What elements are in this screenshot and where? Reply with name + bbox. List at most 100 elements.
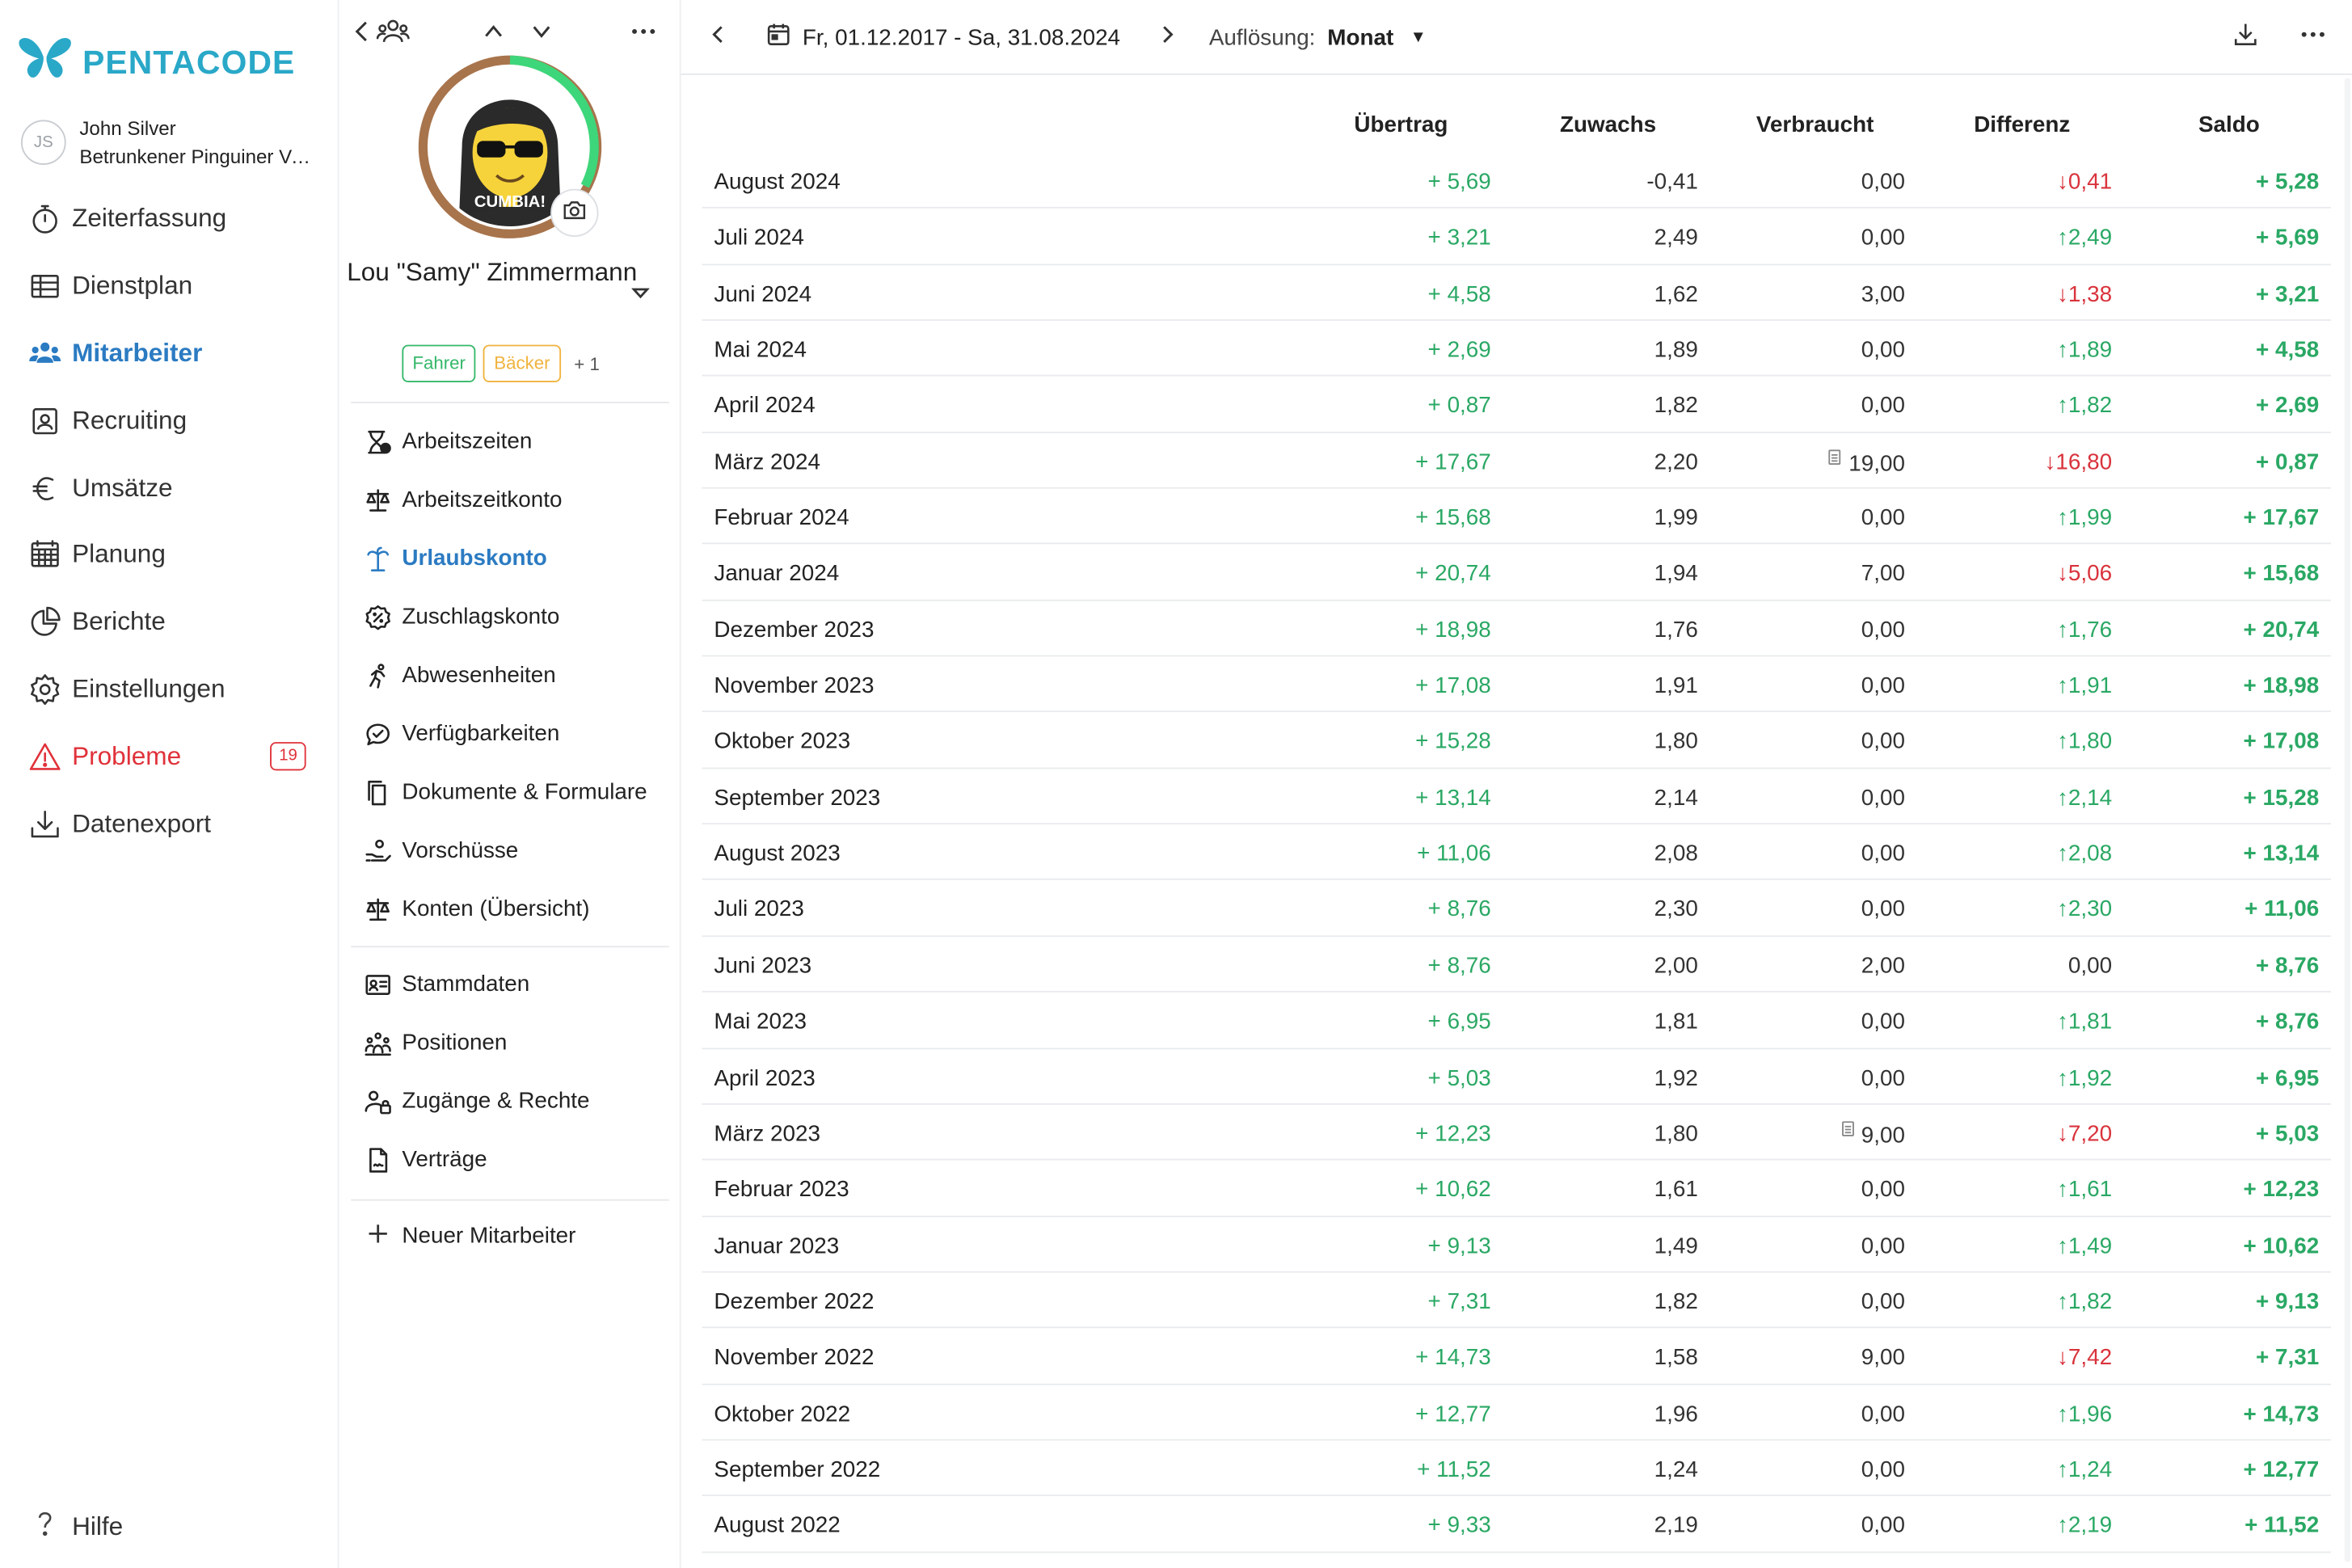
- period-label: September 2022: [714, 1456, 881, 1483]
- table-body: August 2024 + 5,69 -0,41 0,00 ↓0,41 + 5,28 Jul…: [702, 153, 2332, 1553]
- table-row[interactable]: August 2023 + 11,06 2,08 0,00 ↑2,08 + 13,14: [702, 824, 2332, 881]
- employee-menu-konten[interactable]: Konten (Übersicht): [339, 880, 681, 938]
- column-header[interactable]: Verbraucht: [1725, 112, 1905, 138]
- table-scrollbar[interactable]: [2344, 78, 2351, 1562]
- download-icon: [28, 807, 72, 841]
- balance-value: + 13,14: [2243, 841, 2320, 867]
- arrow-up-icon: ↑: [2056, 1177, 2068, 1203]
- employee-dropdown-icon[interactable]: [630, 282, 650, 300]
- table-row[interactable]: Juni 2024 + 4,58 1,62 3,00 ↓1,38 + 3,21: [702, 265, 2332, 321]
- previous-period-button[interactable]: [705, 19, 731, 56]
- used-value: 3,00: [1861, 281, 1905, 307]
- arrow-up-icon: ↑: [2056, 393, 2068, 419]
- table-row[interactable]: August 2024 + 5,69 -0,41 0,00 ↓0,41 + 5,28: [702, 153, 2332, 209]
- sidebar-item-einstellungen[interactable]: Einstellungen: [0, 656, 339, 723]
- date-range-picker[interactable]: Fr, 01.12.2017 - Sa, 31.08.2024: [765, 19, 1120, 56]
- table-row[interactable]: September 2023 + 13,14 2,14 0,00 ↑2,14 + 15,2…: [702, 769, 2332, 825]
- previous-employee-icon[interactable]: [483, 21, 504, 42]
- table-row[interactable]: Oktober 2023 + 15,28 1,80 0,00 ↑1,80 + 17,08: [702, 713, 2332, 769]
- table-row[interactable]: Dezember 2023 + 18,98 1,76 0,00 ↑1,76 + 20,74: [702, 601, 2332, 657]
- euro-icon: [28, 471, 72, 504]
- help-link[interactable]: Hilfe: [28, 1507, 123, 1547]
- table-row[interactable]: März 2023 + 12,23 1,80 9,00 ↓7,20 + 5,03: [702, 1105, 2332, 1161]
- column-header[interactable]: Übertrag: [1311, 112, 1491, 138]
- sidebar-item-berichte[interactable]: Berichte: [0, 588, 339, 655]
- resolution-select[interactable]: Auflösung: Monat ▼: [1209, 19, 1427, 56]
- table-row[interactable]: Januar 2023 + 9,13 1,49 0,00 ↑1,49 + 10,62: [702, 1216, 2332, 1273]
- difference-value: ↓7,20: [2056, 1121, 2113, 1147]
- table-row[interactable]: März 2024 + 17,67 2,20 19,00 ↓16,80 + 0,87: [702, 432, 2332, 489]
- current-user[interactable]: JS John Silver Betrunkener Pinguiner Ver…: [20, 114, 319, 171]
- sidebar-item-probleme[interactable]: Probleme 19: [0, 723, 339, 790]
- employee-menu-arbeitszeiten[interactable]: Arbeitszeiten: [339, 412, 681, 470]
- difference-value: ↑2,08: [2056, 841, 2113, 867]
- more-tags-button[interactable]: + 1: [568, 353, 605, 374]
- column-header[interactable]: Differenz: [1932, 112, 2112, 138]
- sidebar-item-umsaetze[interactable]: Umsätze: [0, 454, 339, 521]
- employee-menu-verfuegbarkeiten[interactable]: Verfügbarkeiten: [339, 705, 681, 763]
- table-row[interactable]: Dezember 2022 + 7,31 1,82 0,00 ↑1,82 + 9,13: [702, 1272, 2332, 1329]
- back-chevron-icon[interactable]: [354, 18, 369, 44]
- employee-menu-urlaubskonto[interactable]: Urlaubskonto: [339, 529, 681, 588]
- sidebar-item-mitarbeiter[interactable]: Mitarbeiter: [0, 320, 339, 387]
- employee-menu-arbeitszeitkonto[interactable]: Arbeitszeitkonto: [339, 470, 681, 529]
- table-row[interactable]: Mai 2024 + 2,69 1,89 0,00 ↑1,89 + 4,58: [702, 321, 2332, 377]
- note-icon[interactable]: [1829, 449, 1842, 465]
- employee-menu-zuschlagskonto[interactable]: Zuschlagskonto: [339, 588, 681, 646]
- next-employee-icon[interactable]: [531, 21, 552, 42]
- change-photo-button[interactable]: [550, 188, 599, 238]
- sidebar-item-planung[interactable]: Planung: [0, 521, 339, 588]
- employee-menu-positionen[interactable]: Positionen: [339, 1014, 681, 1072]
- table-row[interactable]: Mai 2023 + 6,95 1,81 0,00 ↑1,81 + 8,76: [702, 993, 2332, 1049]
- used-value: 9,00: [1841, 1121, 1905, 1148]
- sidebar-item-dienstplan[interactable]: Dienstplan: [0, 253, 339, 320]
- position-tag[interactable]: Fahrer: [402, 344, 476, 382]
- arrow-up-icon: ↑: [2056, 617, 2068, 643]
- table-row[interactable]: August 2022 + 9,33 2,19 0,00 ↑2,19 + 11,52: [702, 1496, 2332, 1553]
- arrow-down-icon: ↓: [2044, 449, 2056, 475]
- id-badge-icon: [28, 404, 72, 437]
- next-period-button[interactable]: [1153, 19, 1180, 56]
- table-row[interactable]: Juni 2023 + 8,76 2,00 2,00 0,00 + 8,76: [702, 937, 2332, 993]
- carryover-value: + 9,33: [1427, 1512, 1491, 1539]
- period-label: August 2023: [714, 841, 841, 867]
- employee-list-icon[interactable]: [376, 16, 410, 46]
- sidebar-item-datenexport[interactable]: Datenexport: [0, 790, 339, 858]
- percent-badge-icon: [365, 604, 402, 630]
- more-actions-button[interactable]: [2299, 19, 2326, 56]
- table-row[interactable]: April 2024 + 0,87 1,82 0,00 ↑1,82 + 2,69: [702, 377, 2332, 433]
- position-tag[interactable]: Bäcker: [483, 344, 561, 382]
- download-button[interactable]: [2232, 19, 2259, 56]
- employee-menu-stammdaten[interactable]: Stammdaten: [339, 955, 681, 1013]
- table-row[interactable]: November 2022 + 14,73 1,58 9,00 ↓7,42 + 7,31: [702, 1329, 2332, 1385]
- employee-menu-zugaenge[interactable]: Zugänge & Rechte: [339, 1072, 681, 1130]
- employee-menu-dokumente[interactable]: Dokumente & Formulare: [339, 763, 681, 821]
- table-row[interactable]: Januar 2024 + 20,74 1,94 7,00 ↓5,06 + 15,68: [702, 545, 2332, 601]
- table-row[interactable]: Oktober 2022 + 12,77 1,96 0,00 ↑1,96 + 14,73: [702, 1385, 2332, 1441]
- table-row[interactable]: November 2023 + 17,08 1,91 0,00 ↑1,91 + 18,98: [702, 657, 2332, 713]
- arrow-up-icon: ↑: [2056, 896, 2068, 923]
- period-label: Oktober 2022: [714, 1401, 851, 1427]
- table-row[interactable]: September 2022 + 11,52 1,24 0,00 ↑1,24 + 12,7…: [702, 1440, 2332, 1497]
- sidebar-item-zeiterfassung[interactable]: Zeiterfassung: [0, 186, 339, 253]
- brand-logo[interactable]: PENTACODE: [18, 36, 295, 89]
- table-row[interactable]: Juli 2023 + 8,76 2,30 0,00 ↑2,30 + 11,06: [702, 881, 2332, 937]
- new-employee-button[interactable]: Neuer Mitarbeiter: [339, 1207, 681, 1265]
- table-row[interactable]: Februar 2023 + 10,62 1,61 0,00 ↑1,61 + 12,23: [702, 1161, 2332, 1217]
- employee-menu-vertraege[interactable]: Verträge: [339, 1130, 681, 1188]
- more-options-icon[interactable]: [630, 21, 656, 42]
- contract-icon: [365, 1146, 402, 1173]
- sidebar-item-label: Umsätze: [72, 473, 173, 502]
- note-icon[interactable]: [1841, 1121, 1854, 1136]
- employee-menu-abwesenheiten[interactable]: Abwesenheiten: [339, 646, 681, 704]
- employee-menu-vorschuesse[interactable]: Vorschüsse: [339, 821, 681, 879]
- increase-value: 2,30: [1654, 896, 1698, 923]
- period-label: Mai 2023: [714, 1009, 807, 1035]
- table-row[interactable]: Juli 2024 + 3,21 2,49 0,00 ↑2,49 + 5,69: [702, 209, 2332, 265]
- column-header[interactable]: Zuwachs: [1518, 112, 1698, 138]
- table-row[interactable]: April 2023 + 5,03 1,92 0,00 ↑1,92 + 6,95: [702, 1048, 2332, 1105]
- carryover-value: + 8,76: [1427, 896, 1491, 923]
- sidebar-item-recruiting[interactable]: Recruiting: [0, 387, 339, 454]
- table-row[interactable]: Februar 2024 + 15,68 1,99 0,00 ↑1,99 + 17,67: [702, 489, 2332, 546]
- column-header[interactable]: Saldo: [2139, 112, 2320, 138]
